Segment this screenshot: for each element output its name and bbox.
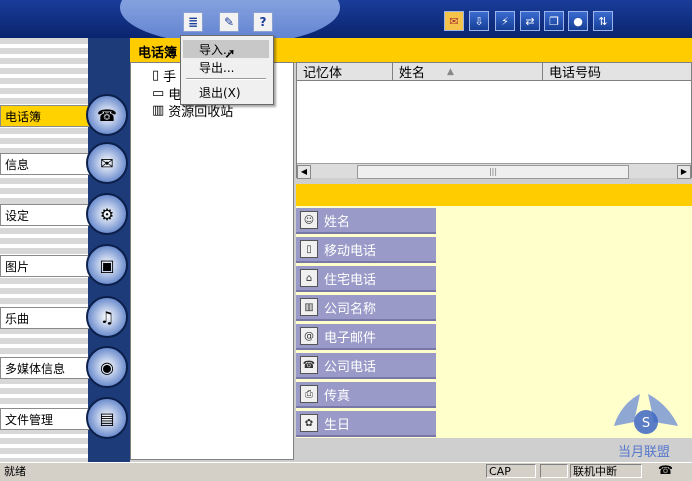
connection-icon: ☎ bbox=[658, 463, 673, 477]
scroll-right-icon[interactable]: ▶ bbox=[677, 165, 691, 179]
scroll-thumb[interactable]: ||| bbox=[357, 165, 629, 179]
tree-item-label: 手 bbox=[163, 70, 177, 85]
music-icon[interactable]: ♫ bbox=[86, 296, 128, 338]
trash-icon: ▥ bbox=[152, 103, 165, 118]
edit-icon[interactable]: ✎ bbox=[219, 12, 239, 32]
status-text: 就绪 bbox=[4, 465, 26, 478]
help-icon[interactable]: ? bbox=[253, 12, 273, 32]
field-label: 传真 bbox=[324, 388, 351, 404]
birthday-icon: ✿ bbox=[300, 414, 318, 432]
menu-item-label: 退出(X) bbox=[199, 85, 241, 100]
field-label: 移动电话 bbox=[324, 243, 377, 259]
column-memory[interactable]: 记忆体 bbox=[297, 63, 393, 81]
field-label: 住宅电话 bbox=[324, 272, 377, 288]
company-icon: ▥ bbox=[300, 298, 318, 316]
watermark-logo: S 当月联盟 bbox=[614, 394, 678, 460]
column-phone[interactable]: 电话号码 bbox=[543, 63, 691, 81]
page-title: 电话簿 bbox=[138, 46, 178, 61]
nav-item-label: 图片 bbox=[5, 259, 30, 274]
field-email: @ 电子邮件 bbox=[296, 324, 436, 350]
computer-icon: ▭ bbox=[152, 86, 165, 101]
column-label: 记忆体 bbox=[303, 66, 343, 81]
nav-item-label: 文件管理 bbox=[5, 412, 54, 427]
file-menu-icon[interactable]: ≣ bbox=[183, 12, 203, 32]
field-fax: ⎙ 传真 bbox=[296, 382, 436, 408]
mail-icon[interactable]: ✉ bbox=[444, 11, 464, 31]
watermark-text: 当月联盟 bbox=[618, 445, 670, 460]
home-phone-icon: ⌂ bbox=[300, 269, 318, 287]
column-name[interactable]: 姓名 ▲ bbox=[393, 63, 543, 81]
tree-item-phone[interactable]: ▯ 手 bbox=[152, 66, 176, 85]
horizontal-scrollbar[interactable]: ◀ ||| ▶ bbox=[297, 163, 691, 179]
balloon-icon[interactable]: ◉ bbox=[86, 346, 128, 388]
nav-item-label: 乐曲 bbox=[5, 311, 30, 326]
column-label: 电话号码 bbox=[549, 66, 602, 81]
field-label: 电子邮件 bbox=[324, 330, 377, 346]
field-office-phone: ☎ 公司电话 bbox=[296, 353, 436, 379]
left-nav-stripe bbox=[0, 38, 88, 462]
inbox-icon[interactable]: ⇩ bbox=[469, 11, 489, 31]
files-icon[interactable]: ▤ bbox=[86, 397, 128, 439]
field-birthday: ✿ 生日 bbox=[296, 411, 436, 437]
column-label: 姓名 bbox=[399, 66, 426, 81]
nav-item-label: 电话簿 bbox=[5, 109, 42, 124]
email-icon: @ bbox=[300, 327, 318, 345]
scroll-left-icon[interactable]: ◀ bbox=[297, 165, 311, 179]
status-cap: CAP bbox=[486, 464, 536, 478]
status-blank bbox=[540, 464, 568, 478]
settings-icon[interactable]: ⚙ bbox=[86, 193, 128, 235]
status-connection: 联机中断 bbox=[570, 464, 642, 478]
settings-slider-icon[interactable]: ⇅ bbox=[593, 11, 613, 31]
person-icon: ☺ bbox=[300, 211, 318, 229]
mouse-cursor-icon: ➚ bbox=[224, 46, 236, 62]
office-phone-icon: ☎ bbox=[300, 356, 318, 374]
nav-item-label: 设定 bbox=[5, 208, 30, 223]
sort-asc-icon: ▲ bbox=[447, 66, 454, 77]
picture-icon[interactable]: ▣ bbox=[86, 244, 128, 286]
mobile-icon: ▯ bbox=[300, 240, 318, 258]
record-icon[interactable]: ● bbox=[568, 11, 588, 31]
network-icon[interactable]: ⚡ bbox=[495, 11, 515, 31]
envelope-icon[interactable]: ✉ bbox=[86, 142, 128, 184]
field-home-phone: ⌂ 住宅电话 bbox=[296, 266, 436, 292]
field-company: ▥ 公司名称 bbox=[296, 295, 436, 321]
field-label: 生日 bbox=[324, 417, 351, 433]
nav-item-label: 信息 bbox=[5, 157, 30, 172]
field-mobile: ▯ 移动电话 bbox=[296, 237, 436, 263]
mobile-icon: ▯ bbox=[152, 68, 160, 83]
menu-item-exit[interactable]: 退出(X) bbox=[183, 83, 269, 101]
field-label: 公司名称 bbox=[324, 301, 377, 317]
fax-icon: ⎙ bbox=[300, 385, 318, 403]
detail-header-bar bbox=[296, 184, 692, 206]
nav-item-label: 多媒体信息 bbox=[5, 361, 66, 376]
field-label: 公司电话 bbox=[324, 359, 377, 375]
field-name: ☺ 姓名 bbox=[296, 208, 436, 234]
copy-icon[interactable]: ❐ bbox=[544, 11, 564, 31]
sync-icon[interactable]: ⇄ bbox=[520, 11, 540, 31]
menu-separator bbox=[186, 78, 266, 80]
tree-panel bbox=[130, 62, 294, 460]
phone-icon[interactable]: ☎ bbox=[86, 94, 128, 136]
field-label: 姓名 bbox=[324, 214, 351, 230]
top-toolbar bbox=[0, 0, 692, 38]
watermark-sub: S bbox=[642, 416, 650, 431]
